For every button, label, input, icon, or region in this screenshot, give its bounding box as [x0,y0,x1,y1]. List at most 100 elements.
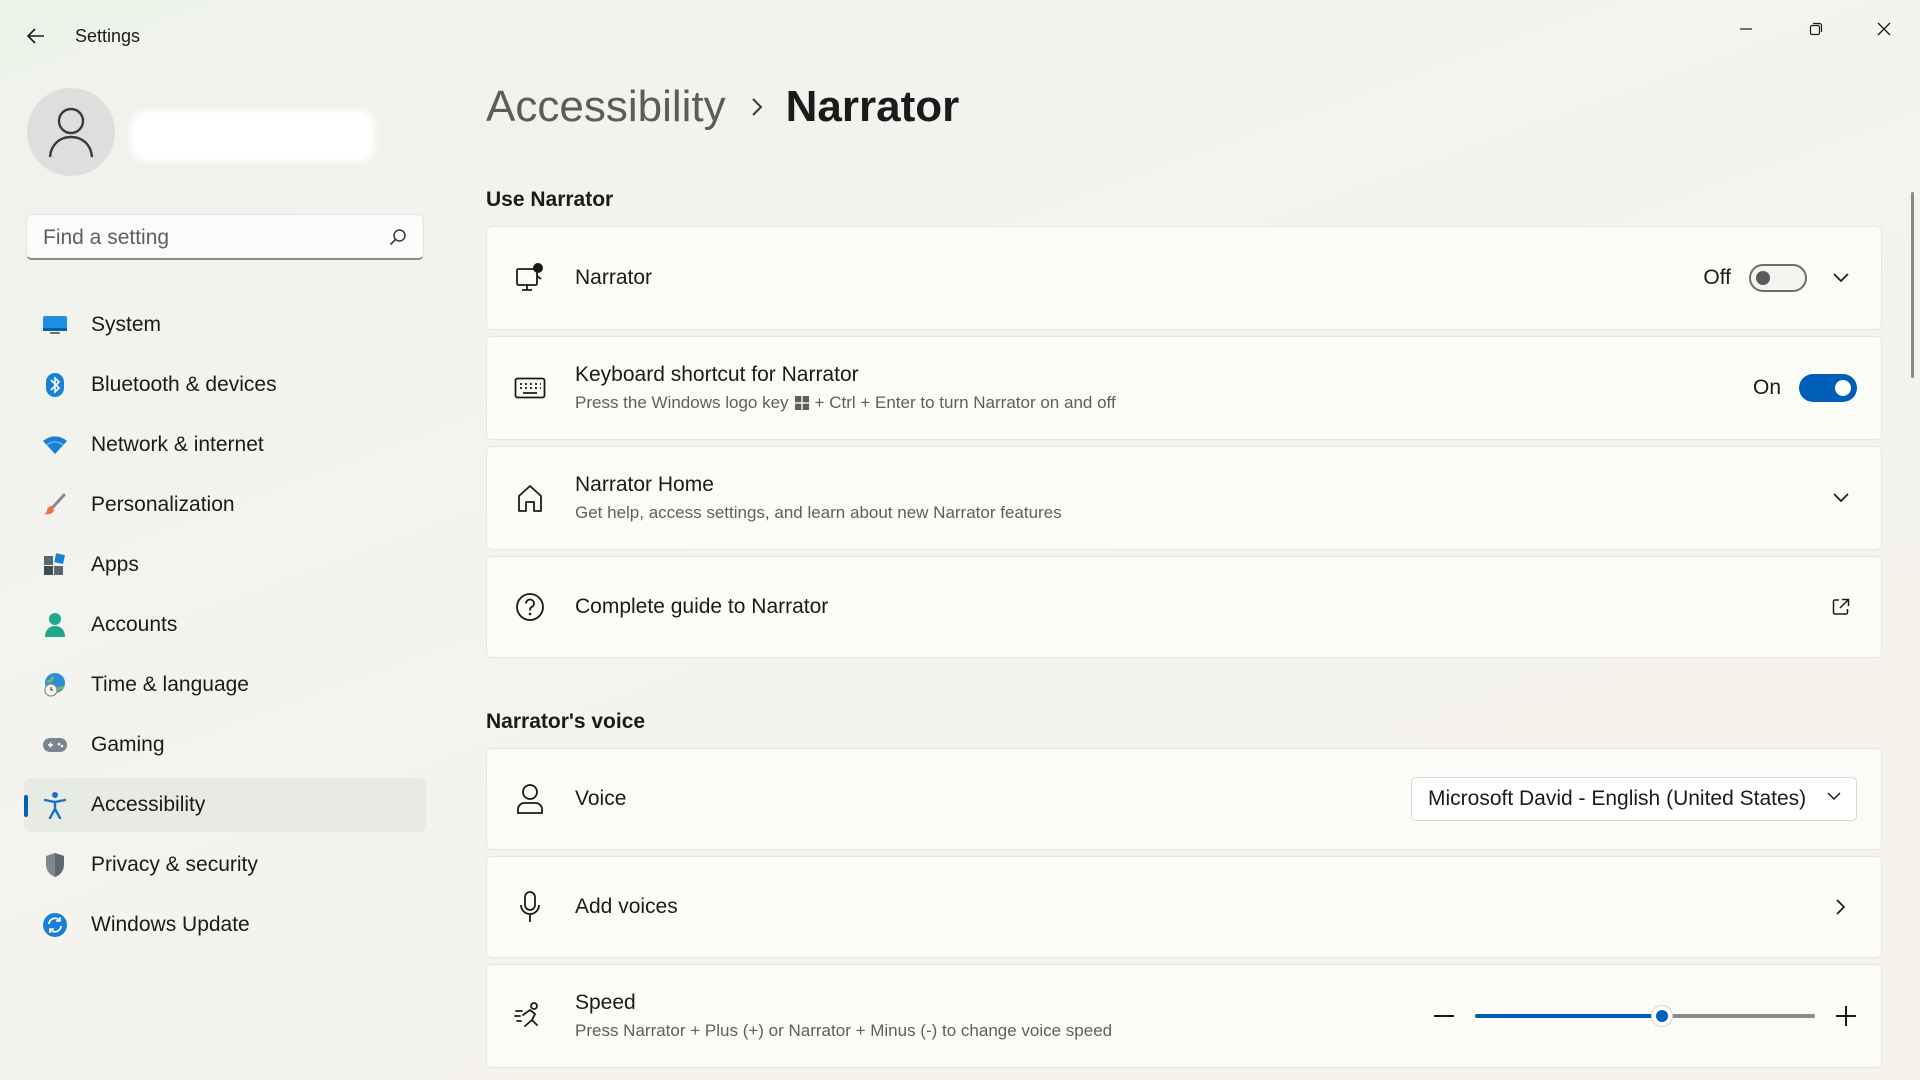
breadcrumb-parent[interactable]: Accessibility [486,82,726,132]
close-icon [1877,22,1891,36]
brush-icon [41,491,69,519]
wifi-icon [41,431,69,459]
add-voices-card[interactable]: Add voices [486,856,1882,958]
complete-guide-controls [1807,591,1857,623]
sidebar-item-label: Accessibility [91,793,206,816]
scrollbar[interactable] [1911,192,1914,378]
plus-icon[interactable] [1835,1005,1857,1027]
sidebar-item-system[interactable]: System [24,298,426,352]
shield-icon [41,851,69,879]
keyboard-icon [513,371,547,405]
narrator-home-title: Narrator Home [575,473,714,496]
narrator-home-controls [1807,482,1857,514]
keyboard-shortcut-desc-before: Press the Windows logo key [575,393,789,412]
sidebar-item-label: Gaming [91,733,165,756]
speed-description: Press Narrator + Plus (+) or Narrator + … [575,1021,1113,1040]
bluetooth-icon [41,371,69,399]
narrator-icon [513,261,547,295]
add-voices-controls [1807,891,1857,923]
sidebar-item-label: Network & internet [91,433,264,456]
sidebar-item-label: System [91,313,162,336]
speed-slider[interactable] [1475,1005,1815,1027]
gamepad-icon [41,731,69,759]
accessibility-icon [41,791,69,819]
external-link-icon[interactable] [1825,591,1857,623]
page-title: Narrator [785,82,960,131]
speed-title: Speed [575,991,636,1014]
sidebar-item-apps[interactable]: Apps [24,538,426,592]
narrator-text: Narrator [575,266,652,290]
sidebar-nav: System Bluetooth & devices Network & int… [24,298,426,958]
chevron-down-icon[interactable] [1825,482,1857,514]
keyboard-shortcut-desc-after: + Ctrl + Enter to turn Narrator on and o… [814,393,1116,412]
section-title-use-narrator: Use Narrator [486,188,614,211]
title-bar: Settings [0,0,1920,72]
add-voices-text: Add voices [575,895,678,919]
microphone-icon [513,890,547,924]
sidebar-item-windows-update[interactable]: Windows Update [24,898,426,952]
windows-logo-icon [794,396,809,410]
help-icon [513,590,547,624]
active-indicator [24,795,28,817]
globe-clock-icon [41,671,69,699]
add-voices-title: Add voices [575,895,678,918]
username-redacted [130,110,375,162]
sidebar-item-network[interactable]: Network & internet [24,418,426,472]
search-icon[interactable] [389,228,407,246]
keyboard-shortcut-toggle[interactable] [1799,374,1857,402]
section-title-narrators-voice: Narrator's voice [486,710,646,733]
back-arrow-icon [26,28,44,44]
chevron-right-icon [750,97,764,117]
toggle-knob [1835,380,1851,396]
voice-dropdown[interactable]: Microsoft David - English (United States… [1411,777,1857,821]
restore-button[interactable] [1782,6,1850,52]
search-input[interactable] [41,224,385,252]
sidebar-item-personalization[interactable]: Personalization [24,478,426,532]
minimize-button[interactable] [1712,6,1780,52]
voice-card: Voice Microsoft David - English (United … [486,748,1882,850]
sidebar-item-label: Bluetooth & devices [91,373,277,396]
home-icon [513,481,547,515]
complete-guide-text: Complete guide to Narrator [575,595,828,619]
speed-slider-thumb[interactable] [1651,1005,1673,1027]
speed-icon [513,999,547,1033]
keyboard-shortcut-controls: On [1753,374,1857,402]
keyboard-shortcut-title: Keyboard shortcut for Narrator [575,363,859,386]
narrator-home-text: Narrator Home Get help, access settings,… [575,473,1062,523]
sidebar-item-bluetooth[interactable]: Bluetooth & devices [24,358,426,412]
speed-slider-fill [1475,1014,1662,1018]
narrator-toggle-state: Off [1703,266,1731,289]
accounts-icon [41,611,69,639]
complete-guide-card[interactable]: Complete guide to Narrator [486,556,1882,658]
keyboard-shortcut-description: Press the Windows logo key + Ctrl + Ente… [575,393,1116,413]
sidebar-item-label: Accounts [91,613,178,636]
sidebar-item-time-language[interactable]: Time & language [24,658,426,712]
sidebar-item-label: Personalization [91,493,235,516]
sidebar-item-accounts[interactable]: Accounts [24,598,426,652]
narrator-toggle[interactable] [1749,264,1807,292]
narrator-home-card[interactable]: Narrator Home Get help, access settings,… [486,446,1882,550]
speed-controls [1433,1005,1857,1027]
chevron-right-icon[interactable] [1825,891,1857,923]
back-button[interactable] [14,18,58,54]
toggle-knob [1756,271,1770,285]
sidebar-item-gaming[interactable]: Gaming [24,718,426,772]
search-box[interactable] [26,214,424,260]
chevron-down-icon[interactable] [1825,262,1857,294]
narrator-card[interactable]: Narrator Off [486,226,1882,330]
narrator-home-description: Get help, access settings, and learn abo… [575,503,1062,522]
speed-text: Speed Press Narrator + Plus (+) or Narra… [575,991,1112,1041]
narrator-title: Narrator [575,266,653,289]
sidebar-item-label: Time & language [91,673,249,696]
close-button[interactable] [1850,6,1918,52]
avatar[interactable] [27,88,115,176]
sidebar-item-privacy[interactable]: Privacy & security [24,838,426,892]
system-icon [41,311,69,339]
person-icon [48,107,94,158]
person-voice-icon [513,782,547,816]
minus-icon[interactable] [1433,1005,1455,1027]
sidebar-item-accessibility[interactable]: Accessibility [24,778,426,832]
sidebar-item-label: Privacy & security [91,853,258,876]
breadcrumb: Accessibility Narrator [486,82,959,132]
speed-slider-group [1433,1005,1857,1027]
